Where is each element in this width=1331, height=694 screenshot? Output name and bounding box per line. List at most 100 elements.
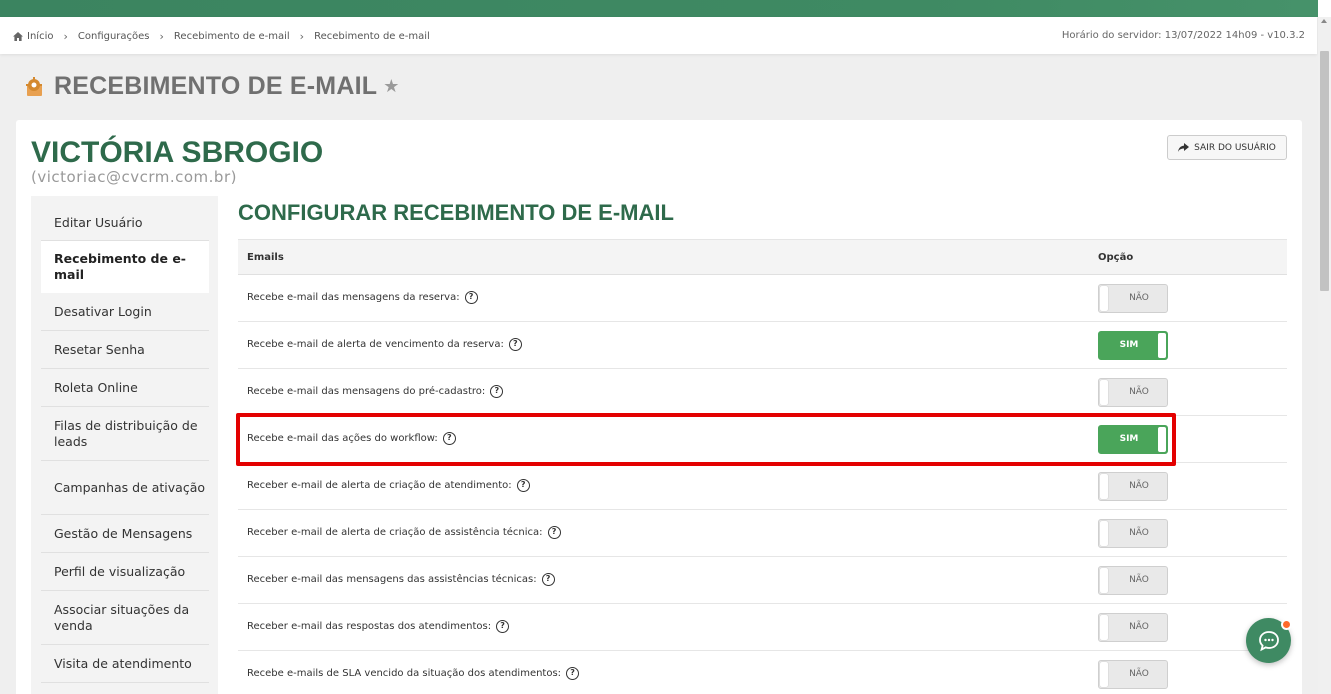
toggle-label: NÃO [1129,293,1149,303]
scroll-up-arrow-icon[interactable] [1321,19,1327,23]
toggle-switch-off[interactable]: NÃO [1098,660,1168,689]
table-row: Recebe e-mail de alerta de vencimento da… [238,322,1287,369]
toggle-switch-off[interactable]: NÃO [1098,472,1168,501]
row-label-text: Receber e-mail de alerta de criação de a… [247,480,512,491]
row-label: Receber e-mail das respostas dos atendim… [247,620,510,633]
side-item-activation-campaigns[interactable]: Campanhas de ativação [41,461,209,515]
section-title: CONFIGURAR RECEBIMENTO DE E-MAIL [238,200,674,225]
side-item-label: Gestão de Mensagens [54,525,193,541]
side-item-label: Filas de distribuição de leads [54,417,198,449]
user-email: (victoriac@cvcrm.com.br) [31,168,237,186]
toggle-label: NÃO [1129,528,1149,538]
table-row: Receber e-mail das respostas dos atendim… [238,604,1287,651]
row-label: Receber e-mail das mensagens das assistê… [247,573,555,586]
toggle-knob [1100,568,1108,593]
side-item-label: Associar situações da venda [54,601,190,633]
chevron-right-icon: › [159,30,164,43]
row-label-text: Receber e-mail das respostas dos atendim… [247,621,492,632]
toggle-knob [1100,662,1108,687]
question-circle-icon[interactable]: ? [464,291,478,304]
toggle-label: NÃO [1129,387,1149,397]
row-label: Recebe e-mail das mensagens do pré-cadas… [247,385,504,398]
side-item-deactivate-login[interactable]: Desativar Login [41,293,209,331]
row-label: Receber e-mail de alerta de criação de a… [247,479,530,492]
question-circle-icon[interactable]: ? [496,620,510,633]
scroll-thumb[interactable] [1320,51,1329,291]
side-item-label: Desativar Login [54,303,152,319]
row-label-text: Recebe e-mail das mensagens da reserva: [247,292,460,303]
side-menu: Editar Usuário Recebimento de e-mail Des… [31,196,218,694]
breadcrumb-item-email-receipt[interactable]: Recebimento de e-mail [174,31,290,42]
table-row: Recebe e-mail das mensagens da reserva:?… [238,275,1287,322]
toggle-knob [1100,474,1108,499]
highlight-box [236,413,1176,466]
side-item-email-receipt[interactable]: Recebimento de e-mail [41,241,209,293]
row-label-text: Receber e-mail de alerta de criação de a… [247,527,543,538]
toggle-label: NÃO [1129,575,1149,585]
notification-dot [1281,619,1292,630]
side-item-label: Editar Usuário [54,215,143,230]
side-item-label: Campanhas de ativação [54,479,206,495]
table-row: Recebe e-mails de SLA vencido da situaçã… [238,651,1287,694]
side-item-label: Resetar Senha [54,341,145,357]
side-item-reset-password[interactable]: Resetar Senha [41,331,209,369]
table-header: Emails Opção [238,239,1287,275]
table-row: Receber e-mail das mensagens das assistê… [238,557,1287,604]
side-item-view-profile[interactable]: Perfil de visualização [41,553,209,591]
page-scrollbar[interactable] [1318,17,1331,694]
side-item-service-visit[interactable]: Visita de atendimento [41,645,209,683]
side-item-label: Perfil de visualização [54,563,186,579]
toggle-switch-off[interactable]: NÃO [1098,284,1168,313]
side-item-lead-queues[interactable]: Filas de distribuição de leads [41,407,209,461]
row-label: Receber e-mail de alerta de criação de a… [247,526,561,539]
user-name: VICTÓRIA SBROGIO [31,136,324,169]
side-item-label: Roleta Online [54,379,138,395]
question-circle-icon[interactable]: ? [541,573,555,586]
question-circle-icon[interactable]: ? [516,479,530,492]
row-label-text: Recebe e-mails de SLA vencido da situaçã… [247,668,562,679]
table-row: Recebe e-mail das mensagens do pré-cadas… [238,369,1287,416]
page-title: RECEBIMENTO DE E-MAIL [54,72,378,100]
toggle-switch-off[interactable]: NÃO [1098,566,1168,595]
table-row: Receber e-mail de alerta de criação de a… [238,463,1287,510]
chat-bubble-icon [1258,630,1279,651]
row-label: Recebe e-mail de alerta de vencimento da… [247,338,522,351]
side-item-associate-sale-status[interactable]: Associar situações da venda [41,591,209,645]
chevron-right-icon: › [63,30,68,43]
toggle-label: NÃO [1129,669,1149,679]
breadcrumb-item-home[interactable]: Início [27,31,53,42]
chevron-right-icon: › [299,30,305,43]
toggle-knob [1100,615,1108,640]
table-row: Receber e-mail de alerta de criação de a… [238,510,1287,557]
toggle-label: NÃO [1129,481,1149,491]
toggle-knob [1100,286,1108,311]
question-circle-icon[interactable]: ? [508,338,522,351]
share-arrow-icon [1178,143,1190,152]
side-item-online-roulette[interactable]: Roleta Online [41,369,209,407]
side-item-edit-user[interactable]: Editar Usuário [41,206,209,241]
breadcrumb-item-settings[interactable]: Configurações [78,31,150,42]
side-item-message-management[interactable]: Gestão de Mensagens [41,515,209,553]
toggle-label: SIM [1119,340,1139,350]
column-header-emails: Emails [247,252,284,263]
home-icon [13,32,23,41]
toggle-switch-off[interactable]: NÃO [1098,378,1168,407]
question-circle-icon[interactable]: ? [547,526,561,539]
toggle-switch-off[interactable]: NÃO [1098,519,1168,548]
question-circle-icon[interactable]: ? [490,385,504,398]
side-item-label: Visita de atendimento [54,655,192,671]
logout-user-button[interactable]: SAIR DO USUÁRIO [1167,135,1287,160]
row-label: Recebe e-mails de SLA vencido da situaçã… [247,667,580,680]
breadcrumb-bar: Início › Configurações › Recebimento de … [0,17,1317,54]
logout-label: SAIR DO USUÁRIO [1194,142,1276,153]
toggle-knob [1158,333,1166,358]
gear-box-icon [26,76,42,96]
toggle-knob [1100,521,1108,546]
server-time: Horário do servidor: 13/07/2022 14h09 - … [1061,30,1305,41]
toggle-switch-on[interactable]: SIM [1098,331,1168,360]
star-icon[interactable]: ★ [383,76,399,97]
top-color-bar [0,0,1331,17]
toggle-switch-off[interactable]: NÃO [1098,613,1168,642]
question-circle-icon[interactable]: ? [566,667,580,680]
column-header-option: Opção [1098,252,1134,263]
